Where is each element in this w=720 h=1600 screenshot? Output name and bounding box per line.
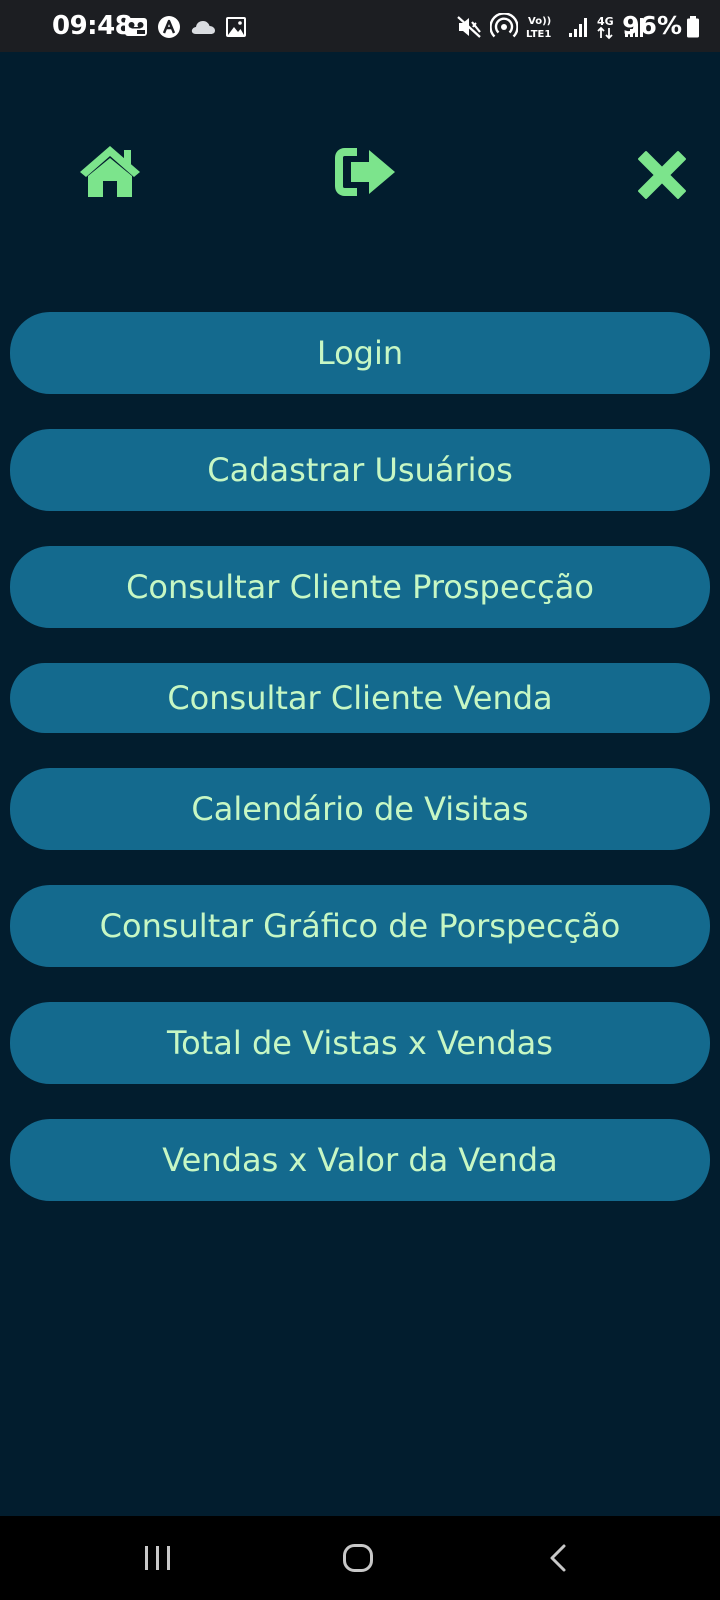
system-home-icon[interactable] bbox=[342, 1543, 374, 1577]
app-icon bbox=[157, 15, 181, 39]
consultar-grafico-prospeccao-button[interactable]: Consultar Gráfico de Porspecção bbox=[10, 885, 710, 967]
cloud-icon bbox=[190, 18, 216, 36]
mute-icon bbox=[456, 14, 482, 40]
cadastrar-usuarios-button[interactable]: Cadastrar Usuários bbox=[10, 429, 710, 511]
volte-bottom-text: LTE1 bbox=[526, 29, 551, 40]
net-label: 4G bbox=[597, 15, 614, 28]
battery-percent: 96% bbox=[622, 11, 682, 40]
voicemail-icon bbox=[124, 16, 148, 38]
status-bar: 09:48 Vo)) LTE1 4G 96% bbox=[0, 0, 720, 52]
consultar-cliente-prospeccao-button[interactable]: Consultar Cliente Prospecção bbox=[10, 546, 710, 628]
signal-icon bbox=[568, 15, 588, 39]
volte-top-text: Vo)) bbox=[528, 16, 551, 27]
hotspot-icon bbox=[490, 13, 518, 41]
vendas-valor-venda-button[interactable]: Vendas x Valor da Venda bbox=[10, 1119, 710, 1201]
sign-out-icon[interactable] bbox=[333, 145, 397, 203]
calendario-visitas-button[interactable]: Calendário de Visitas bbox=[10, 768, 710, 850]
app-screen: 09:48 Vo)) LTE1 4G 96% Login Cadastrar U… bbox=[0, 0, 720, 1600]
battery-icon bbox=[686, 16, 700, 42]
login-button[interactable]: Login bbox=[10, 312, 710, 394]
system-nav-bar bbox=[0, 1516, 720, 1600]
total-visitas-vendas-button[interactable]: Total de Vistas x Vendas bbox=[10, 1002, 710, 1084]
signal-4g-icon: 4G bbox=[596, 13, 616, 41]
home-icon[interactable] bbox=[78, 144, 142, 202]
status-system-icons: Vo)) LTE1 4G bbox=[456, 12, 644, 42]
back-icon[interactable] bbox=[548, 1543, 568, 1577]
close-icon[interactable] bbox=[637, 150, 687, 204]
recents-icon[interactable] bbox=[143, 1544, 173, 1576]
status-time: 09:48 bbox=[52, 11, 133, 41]
volte-icon: Vo)) LTE1 bbox=[526, 13, 560, 41]
status-notification-icons bbox=[124, 14, 247, 40]
consultar-cliente-venda-button[interactable]: Consultar Cliente Venda bbox=[10, 663, 710, 733]
image-icon bbox=[225, 16, 247, 38]
